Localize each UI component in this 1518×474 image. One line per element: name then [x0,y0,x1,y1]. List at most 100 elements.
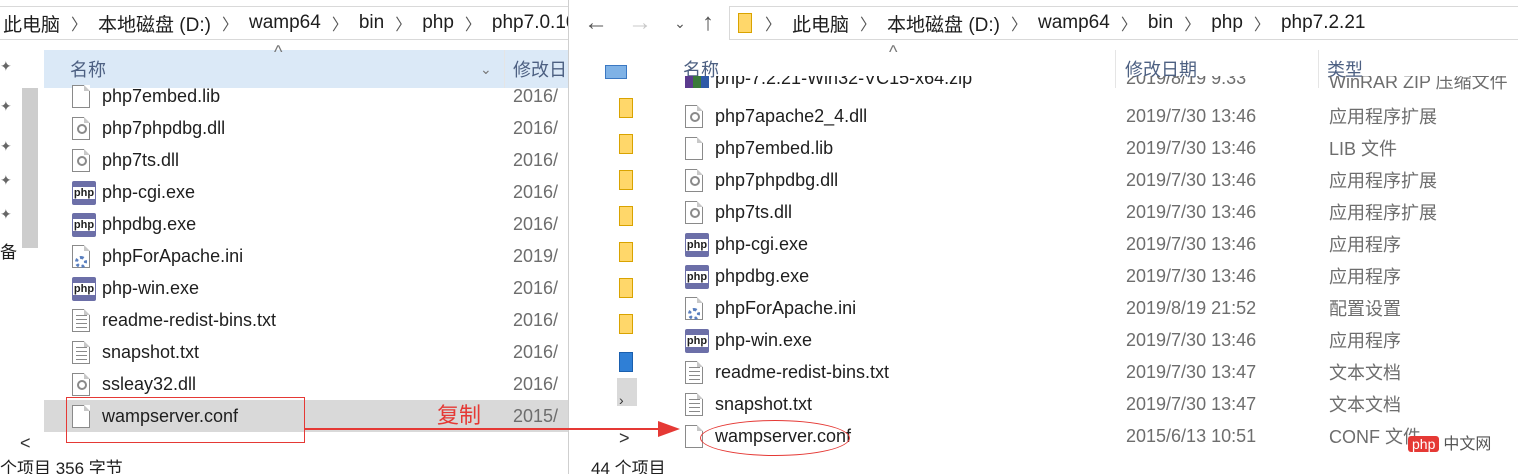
breadcrumb-this-pc[interactable]: 此电脑 [0,10,64,37]
copy-annotation-label: 复制 [437,404,482,429]
scroll-right-arrow-icon[interactable]: > [619,428,630,449]
file-date: 2019/ [513,245,559,266]
sort-ascending-icon: ^ [889,42,898,62]
file-name: php7embed.lib [102,85,221,106]
file-type: 应用程序扩展 [1329,107,1437,127]
file-row[interactable]: php php-win.exe 2016/ [44,272,568,304]
file-type: 应用程序 [1329,267,1401,287]
folder-icon[interactable] [619,242,633,262]
partial-file-row[interactable]: php-7.2.21-Win32-VC15-x64.zip 2019/8/19 … [675,76,1515,90]
chevron-right-icon[interactable]: 〉 [64,11,94,35]
folder-icon[interactable] [619,314,633,334]
chevron-right-icon[interactable]: 〉 [1114,11,1144,35]
file-name: php7ts.dll [715,201,793,222]
breadcrumb-wamp64[interactable]: wamp64 [1034,12,1114,34]
file-row[interactable]: snapshot.txt 2016/ [44,336,568,368]
back-arrow-icon[interactable]: ← [581,8,611,38]
left-address-bar[interactable]: 此电脑〉 本地磁盘 (D:) 〉 wamp64 〉 bin 〉 php 〉 php7.0… [0,6,568,40]
file-type: 配置设置 [1329,299,1401,319]
breadcrumb-php[interactable]: php [418,12,458,34]
right-address-bar[interactable]: 〉 此电脑〉 本地磁盘 (D:) 〉 wamp64 〉 bin 〉 php 〉 php7… [729,6,1518,40]
folder-icon[interactable] [619,98,633,118]
chevron-right-icon[interactable]: 〉 [325,11,355,35]
forward-arrow-icon[interactable]: → [625,8,655,38]
breadcrumb-drive-d[interactable]: 本地磁盘 (D:) [94,10,215,37]
file-type: 文本文档 [1329,363,1401,383]
file-name: phpdbg.exe [715,265,810,286]
windows-drive-icon[interactable] [619,352,633,372]
winrar-archive-icon [685,76,709,88]
file-row[interactable]: php php-cgi.exe 2016/ [44,176,568,208]
file-name: snapshot.txt [102,341,200,362]
file-row[interactable]: phpForApache.ini 2019/ [44,240,568,272]
chevron-right-icon[interactable]: 〉 [1247,11,1277,35]
file-row[interactable]: php7embed.lib 2019/7/30 13:46 LIB 文件 [675,132,1515,164]
file-type: 应用程序 [1329,235,1401,255]
file-name: php-7.2.21-Win32-VC15-x64.zip [715,76,973,88]
chevron-right-icon[interactable]: 〉 [388,11,418,35]
file-row[interactable]: ssleay32.dll 2016/ [44,368,568,400]
breadcrumb-php7010[interactable]: php7.0.10 [488,12,568,34]
site-watermark: php 中文网 [1408,430,1491,454]
chevron-right-icon[interactable]: 〉 [1004,11,1034,35]
file-row[interactable]: php7ts.dll 2019/7/30 13:46 应用程序扩展 [675,196,1515,228]
folder-icon[interactable] [619,170,633,190]
breadcrumb-this-pc[interactable]: 此电脑 [788,10,853,37]
folder-icon [738,13,752,33]
breadcrumb-wamp64[interactable]: wamp64 [245,12,325,34]
php-icon: php [72,213,96,237]
pin-icon[interactable]: ✦ [0,58,12,75]
chevron-right-icon[interactable]: 〉 [853,11,883,35]
file-name: phpForApache.ini [715,297,857,318]
nav-item-label[interactable]: 备 [0,238,17,263]
file-icon [685,137,703,160]
breadcrumb-php7221[interactable]: php7.2.21 [1277,12,1370,34]
file-name: snapshot.txt [715,393,813,414]
file-row[interactable]: php php-win.exe 2019/7/30 13:46 应用程序 [675,324,1515,356]
php-icon-label: php [72,283,96,295]
file-row[interactable]: readme-redist-bins.txt 2016/ [44,304,568,336]
breadcrumb-bin[interactable]: bin [355,12,388,34]
chevron-right-icon[interactable]: 〉 [215,11,245,35]
left-nav-scrollbar[interactable] [22,88,38,248]
txt-icon [685,393,703,416]
folder-icon[interactable] [619,278,633,298]
file-row[interactable]: phpForApache.ini 2019/8/19 21:52 配置设置 [675,292,1515,324]
file-name: php7ts.dll [102,149,180,170]
file-row[interactable]: php phpdbg.exe 2019/7/30 13:46 应用程序 [675,260,1515,292]
pin-icon[interactable]: ✦ [0,172,12,189]
txt-icon [685,361,703,384]
scroll-left-arrow-icon[interactable]: < [20,433,31,454]
chevron-right-icon[interactable]: 〉 [1177,11,1207,35]
up-arrow-icon[interactable]: ↑ [693,8,723,38]
pin-icon[interactable]: ✦ [0,98,12,115]
recent-locations-chevron-icon[interactable]: ⌄ [665,8,695,38]
file-row[interactable]: php7phpdbg.dll 2019/7/30 13:46 应用程序扩展 [675,164,1515,196]
file-row[interactable]: php phpdbg.exe 2016/ [44,208,568,240]
file-date: 2019/7/30 13:46 [1126,233,1257,254]
folder-icon[interactable] [619,206,633,226]
file-row[interactable]: php7embed.lib 2016/ [44,80,568,112]
breadcrumb-bin[interactable]: bin [1144,12,1177,34]
file-row[interactable]: snapshot.txt 2019/7/30 13:47 文本文档 [675,388,1515,420]
ini-icon [72,245,90,268]
copy-arrow-head-icon [658,421,680,437]
file-row[interactable]: php7phpdbg.dll 2016/ [44,112,568,144]
folder-icon[interactable] [619,134,633,154]
breadcrumb-php[interactable]: php [1207,12,1247,34]
file-date: 2019/7/30 13:47 [1126,393,1257,414]
chevron-right-icon[interactable]: 〉 [458,11,488,35]
file-row[interactable]: php7ts.dll 2016/ [44,144,568,176]
file-row[interactable]: readme-redist-bins.txt 2019/7/30 13:47 文本文… [675,356,1515,388]
chevron-icon[interactable]: › [619,392,624,408]
php-icon: php [72,181,96,205]
file-row[interactable]: php php-cgi.exe 2019/7/30 13:46 应用程序 [675,228,1515,260]
pin-icon[interactable]: ✦ [0,138,12,155]
breadcrumb-drive-d[interactable]: 本地磁盘 (D:) [883,10,1004,37]
watermark-text: 中文网 [1443,436,1492,453]
file-type: 应用程序 [1329,331,1401,351]
chevron-right-icon[interactable]: 〉 [758,11,788,35]
pin-icon[interactable]: ✦ [0,206,12,223]
file-row[interactable]: php7apache2_4.dll 2019/7/30 13:46 应用程序扩展 [675,100,1515,132]
computer-icon[interactable] [605,65,627,79]
